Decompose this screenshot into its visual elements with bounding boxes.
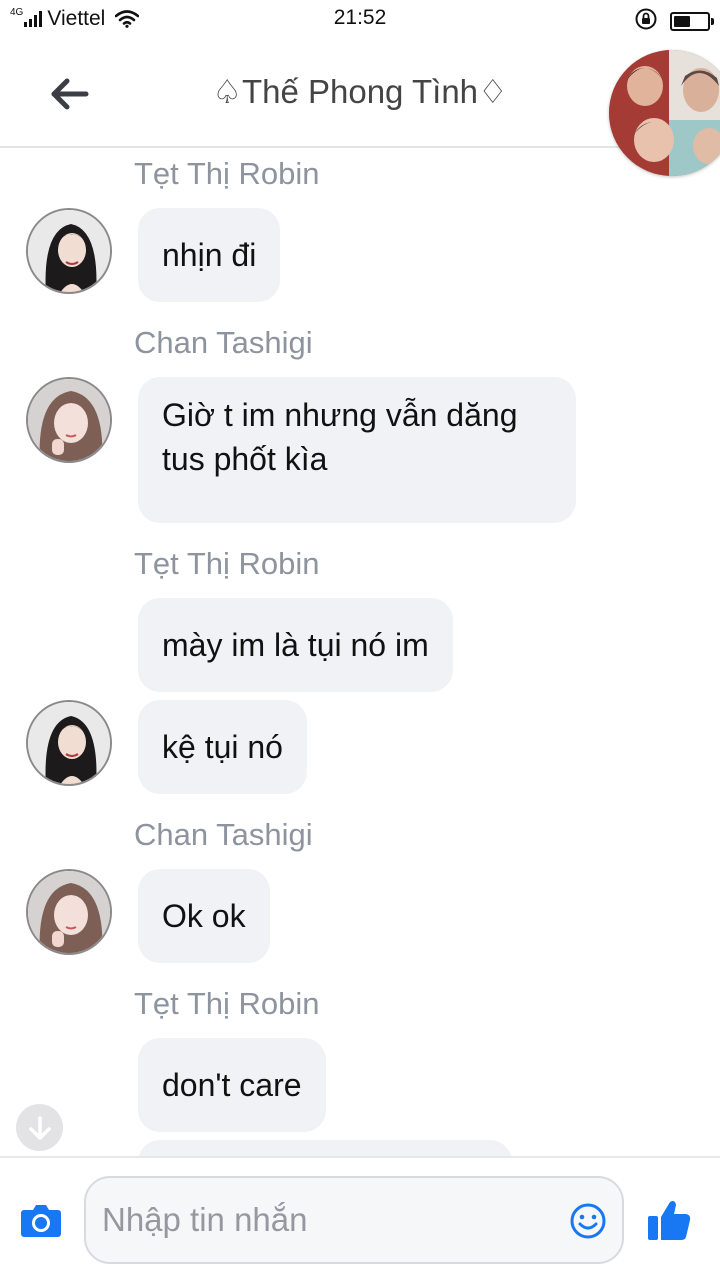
rotation-lock-icon bbox=[634, 7, 658, 36]
sender-name: Tẹt Thị Robin bbox=[134, 546, 320, 581]
avatar-robin[interactable] bbox=[26, 208, 112, 294]
thumbs-up-icon bbox=[648, 1201, 691, 1240]
status-right bbox=[634, 7, 714, 36]
message-bubble[interactable]: mày im là tụi nó im bbox=[138, 598, 453, 692]
message-bubble[interactable]: kệ tụi nó bbox=[138, 700, 307, 794]
avatar-tashigi[interactable] bbox=[26, 869, 112, 955]
camera-button[interactable] bbox=[20, 1202, 62, 1243]
message-bubble[interactable]: don't care bbox=[138, 1038, 326, 1132]
message-bubble[interactable]: Giờ t im nhưng vẫn dăng tus phốt kìa bbox=[138, 377, 576, 523]
battery-icon bbox=[670, 12, 714, 31]
camera-icon bbox=[21, 1205, 61, 1237]
status-time: 21:52 bbox=[333, 6, 387, 29]
message-input[interactable] bbox=[84, 1176, 624, 1264]
message-line: Giờ t im nhưng vẫn dăng bbox=[162, 397, 518, 433]
sender-name: Chan Tashigi bbox=[134, 817, 313, 852]
battery-level bbox=[674, 16, 690, 27]
status-bar: 4G Viettel 21:52 bbox=[0, 0, 720, 40]
arrow-left-icon bbox=[51, 78, 89, 110]
avatar-robin[interactable] bbox=[26, 700, 112, 786]
chat-header: ♤Thế Phong Tình♢ bbox=[0, 40, 720, 176]
message-bubble[interactable]: nhịn đi bbox=[138, 208, 281, 302]
avatar-tashigi-icon bbox=[28, 871, 110, 953]
avatar-tashigi[interactable] bbox=[26, 377, 112, 463]
avatar-tashigi-icon bbox=[28, 379, 110, 461]
arrow-down-icon bbox=[28, 1115, 51, 1140]
message-list[interactable]: Tẹt Thị Robin nhịn đi Chan Tashigi Giờ t… bbox=[0, 150, 720, 1156]
composer bbox=[0, 1156, 720, 1280]
sender-name: Tẹt Thị Robin bbox=[134, 156, 320, 191]
sender-name: Tẹt Thị Robin bbox=[134, 986, 320, 1021]
avatar-robin-icon bbox=[28, 702, 110, 784]
message-bubble[interactable]: Ok ok bbox=[138, 869, 270, 963]
message-bubble-partial[interactable] bbox=[138, 1140, 512, 1156]
message-text: Giờ t im nhưng vẫn dăng tus phốt kìa bbox=[162, 393, 517, 481]
back-button[interactable] bbox=[50, 76, 90, 112]
message-line: tus phốt kìa bbox=[162, 441, 328, 477]
like-button[interactable] bbox=[646, 1198, 692, 1247]
smiley-icon bbox=[570, 1203, 606, 1239]
emoji-button[interactable] bbox=[569, 1202, 607, 1245]
scroll-down-button[interactable] bbox=[16, 1104, 63, 1151]
conversation-title[interactable]: ♤Thế Phong Tình♢ bbox=[180, 72, 540, 111]
avatar-robin-icon bbox=[28, 210, 110, 292]
sender-name: Chan Tashigi bbox=[134, 325, 313, 360]
